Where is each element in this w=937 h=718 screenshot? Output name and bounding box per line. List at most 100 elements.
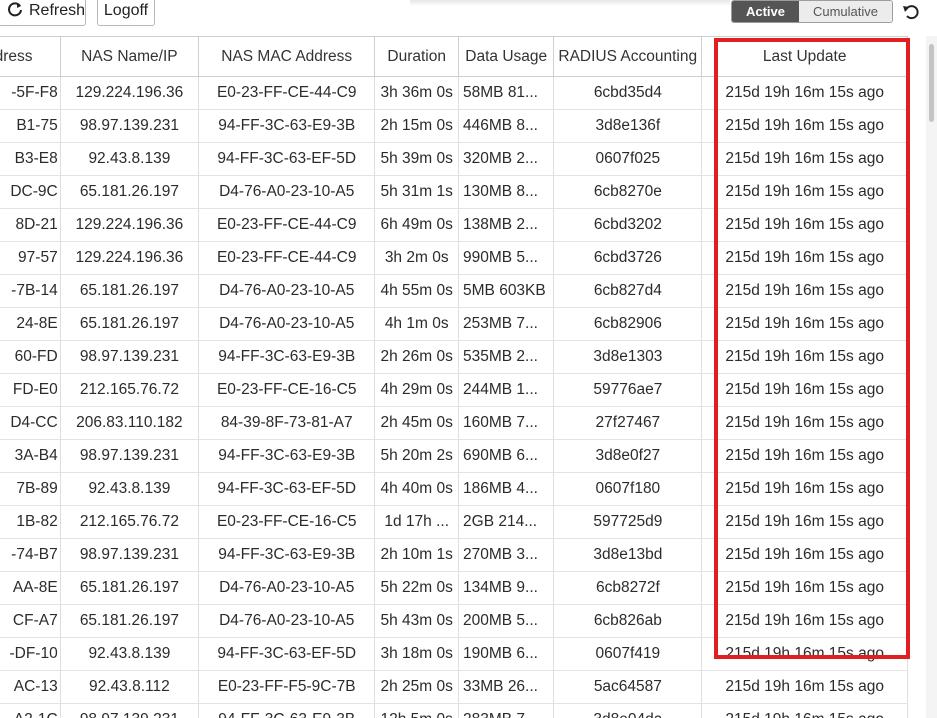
column-header-mac-address[interactable]: ddress [0, 36, 61, 77]
refresh-button[interactable]: Refresh [0, 0, 86, 26]
column-header-radius-accounting[interactable]: RADIUS Accounting [553, 36, 703, 77]
cell-nas-mac-address: 94-FF-3C-63-E9-3B [198, 538, 376, 572]
cell-data-usage: 200MB 5... [458, 604, 555, 638]
table-row[interactable]: 24-8E 65.181.26.197 D4-76-A0-23-10-A5 4h 1m… [0, 307, 908, 341]
cell-nas-name-ip: 98.97.139.231 [60, 340, 200, 374]
cell-data-usage: 535MB 2... [458, 340, 555, 374]
cell-last-update: 215d 19h 16m 15s ago [701, 538, 908, 572]
cell-nas-mac-address: D4-76-A0-23-10-A5 [198, 274, 376, 308]
toggle-cumulative[interactable]: Cumulative [799, 1, 892, 22]
column-header-nas-name-ip[interactable]: NAS Name/IP [60, 36, 200, 77]
cell-nas-name-ip: 129.224.196.36 [60, 76, 200, 110]
vertical-scrollbar[interactable] [926, 36, 937, 718]
table-row[interactable]: CF-A7 65.181.26.197 D4-76-A0-23-10-A5 5h 43… [0, 604, 908, 638]
table-row[interactable]: 7B-89 92.43.8.139 94-FF-3C-63-EF-5D 4h 40m … [0, 472, 908, 506]
table-row[interactable]: -5F-F8 129.224.196.36 E0-23-FF-CE-44-C9 3h … [0, 76, 908, 110]
cell-duration: 4h 55m 0s [374, 274, 460, 308]
cell-radius-accounting: 27f27467 [553, 406, 703, 440]
sessions-table-container: ddressNAS Name/IPNAS MAC AddressDuration… [0, 36, 926, 718]
table-row[interactable]: AA-8E 65.181.26.197 D4-76-A0-23-10-A5 5h 22… [0, 571, 908, 605]
cell-nas-name-ip: 65.181.26.197 [60, 274, 200, 308]
cell-radius-accounting: 0607f180 [553, 472, 703, 506]
cell-nas-mac-address: 94-FF-3C-63-EF-5D [198, 472, 376, 506]
table-row[interactable]: 60-FD 98.97.139.231 94-FF-3C-63-E9-3B 2h 26… [0, 340, 908, 374]
cell-radius-accounting: 6cb826ab [553, 604, 703, 638]
table-row[interactable]: 3A-B4 98.97.139.231 94-FF-3C-63-E9-3B 5h 20… [0, 439, 908, 473]
cell-data-usage: 990MB 5... [458, 241, 555, 275]
cell-radius-accounting: 3d8e04da [553, 703, 703, 718]
reload-icon[interactable] [902, 3, 920, 21]
sessions-table: ddressNAS Name/IPNAS MAC AddressDuration… [0, 36, 908, 718]
cell-nas-name-ip: 98.97.139.231 [60, 439, 200, 473]
cell-last-update: 215d 19h 16m 15s ago [701, 637, 908, 671]
table-row[interactable]: FD-E0 212.165.76.72 E0-23-FF-CE-16-C5 4h 29… [0, 373, 908, 407]
cell-radius-accounting: 0607f419 [553, 637, 703, 671]
cell-last-update: 215d 19h 16m 15s ago [701, 76, 908, 110]
scrollbar-thumb[interactable] [929, 44, 934, 122]
cell-data-usage: 130MB 8... [458, 175, 555, 209]
table-row[interactable]: B1-75 98.97.139.231 94-FF-3C-63-E9-3B 2h 15… [0, 109, 908, 143]
cell-mac-address: DC-9C [0, 175, 61, 209]
cell-data-usage: 244MB 1... [458, 373, 555, 407]
table-row[interactable]: AC-13 92.43.8.112 E0-23-FF-F5-9C-7B 2h 25m … [0, 670, 908, 704]
cell-radius-accounting: 597725d9 [553, 505, 703, 539]
cell-last-update: 215d 19h 16m 15s ago [701, 604, 908, 638]
toggle-active[interactable]: Active [732, 1, 799, 22]
cell-last-update: 215d 19h 16m 15s ago [701, 505, 908, 539]
cell-nas-mac-address: D4-76-A0-23-10-A5 [198, 571, 376, 605]
table-body: -5F-F8 129.224.196.36 E0-23-FF-CE-44-C9 3h … [0, 76, 908, 718]
cell-duration: 2h 45m 0s [374, 406, 460, 440]
cell-last-update: 215d 19h 16m 15s ago [701, 274, 908, 308]
table-row[interactable]: DC-9C 65.181.26.197 D4-76-A0-23-10-A5 5h 31… [0, 175, 908, 209]
cell-nas-name-ip: 65.181.26.197 [60, 604, 200, 638]
column-header-duration[interactable]: Duration [374, 36, 460, 77]
cell-data-usage: 186MB 4... [458, 472, 555, 506]
table-row[interactable]: -A2-1C98.97.139.23194-FF-3C-63-E9-3B12h … [0, 703, 908, 718]
cell-radius-accounting: 0607f025 [553, 142, 703, 176]
table-row[interactable]: -7B-14 65.181.26.197 D4-76-A0-23-10-A5 4h 5… [0, 274, 908, 308]
column-header-nas-mac-address[interactable]: NAS MAC Address [198, 36, 376, 77]
sessions-page: Refresh Logoff Active Cumulative ress NA… [0, 0, 937, 718]
cell-last-update: 215d 19h 16m 15s ago [701, 340, 908, 374]
cell-duration: 4h 29m 0s [374, 373, 460, 407]
toolbar-shadow [410, 0, 730, 6]
cell-duration: 12h 5m 0s [374, 703, 460, 718]
cell-nas-mac-address: D4-76-A0-23-10-A5 [198, 175, 376, 209]
cell-radius-accounting: 6cb8272f [553, 571, 703, 605]
cell-mac-address: 3A-B4 [0, 439, 61, 473]
cell-nas-name-ip: 98.97.139.231 [60, 109, 200, 143]
column-header-last-update[interactable]: Last Update [701, 36, 908, 77]
cell-nas-name-ip: 98.97.139.231 [60, 703, 200, 718]
cell-data-usage: 5MB 603KB [458, 274, 555, 308]
cell-duration: 2h 25m 0s [374, 670, 460, 704]
table-row[interactable]: 97-57 129.224.196.36 E0-23-FF-CE-44-C9 3h 2… [0, 241, 908, 275]
table-row[interactable]: B3-E8 92.43.8.139 94-FF-3C-63-EF-5D 5h 39m … [0, 142, 908, 176]
cell-nas-mac-address: 94-FF-3C-63-EF-5D [198, 637, 376, 671]
table-row[interactable]: D4-CC 206.83.110.182 84-39-8F-73-81-A7 2h 4… [0, 406, 908, 440]
cell-radius-accounting: 6cb8270e [553, 175, 703, 209]
cell-nas-mac-address: E0-23-FF-F5-9C-7B [198, 670, 376, 704]
cell-radius-accounting: 6cbd3202 [553, 208, 703, 242]
cell-last-update: 215d 19h 16m 15s ago [701, 175, 908, 209]
cell-last-update: 215d 19h 16m 15s ago [701, 703, 908, 718]
cell-radius-accounting: 6cb82906 [553, 307, 703, 341]
cell-nas-mac-address: E0-23-FF-CE-16-C5 [198, 373, 376, 407]
cell-nas-mac-address: E0-23-FF-CE-44-C9 [198, 208, 376, 242]
cell-mac-address: B1-75 [0, 109, 61, 143]
cell-radius-accounting: 6cbd3726 [553, 241, 703, 275]
table-row[interactable]: -74-B7 98.97.139.231 94-FF-3C-63-E9-3B 2h 1… [0, 538, 908, 572]
cell-last-update: 215d 19h 16m 15s ago [701, 142, 908, 176]
column-header-data-usage[interactable]: Data Usage [458, 36, 555, 77]
table-row[interactable]: 1B-82 212.165.76.72 E0-23-FF-CE-16-C5 1d 17… [0, 505, 908, 539]
refresh-icon [8, 2, 22, 17]
table-row[interactable]: 8D-21 129.224.196.36 E0-23-FF-CE-44-C9 6h 4… [0, 208, 908, 242]
cell-nas-name-ip: 206.83.110.182 [60, 406, 200, 440]
cell-duration: 5h 31m 1s [374, 175, 460, 209]
cell-last-update: 215d 19h 16m 15s ago [701, 571, 908, 605]
cell-nas-mac-address: 94-FF-3C-63-E9-3B [198, 340, 376, 374]
cell-nas-name-ip: 65.181.26.197 [60, 175, 200, 209]
table-row[interactable]: -DF-10 92.43.8.139 94-FF-3C-63-EF-5D 3h 18m… [0, 637, 908, 671]
cell-nas-name-ip: 92.43.8.139 [60, 142, 200, 176]
logoff-button[interactable]: Logoff [97, 0, 155, 26]
cell-mac-address: -7B-14 [0, 274, 61, 308]
